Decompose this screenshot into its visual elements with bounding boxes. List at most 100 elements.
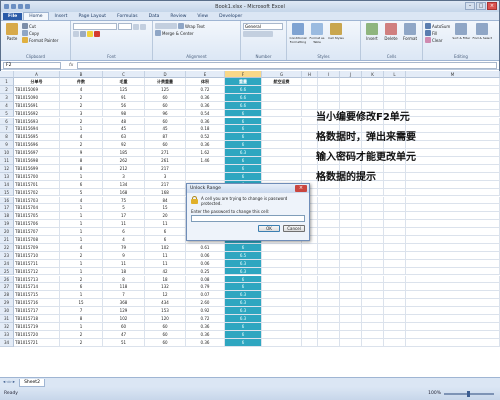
table-cell[interactable]: TB1015702 bbox=[14, 188, 60, 197]
table-cell[interactable]: 51 bbox=[103, 338, 145, 347]
table-cell[interactable] bbox=[318, 212, 340, 221]
table-cell[interactable] bbox=[262, 307, 302, 315]
table-cell[interactable]: 5 bbox=[60, 188, 103, 197]
conditional-formatting-button[interactable]: Conditional Formatting bbox=[289, 23, 307, 49]
table-cell[interactable] bbox=[340, 330, 362, 339]
row-header[interactable]: 20 bbox=[0, 228, 14, 236]
table-cell[interactable]: 60 bbox=[145, 338, 186, 347]
table-cell[interactable]: 1.46 bbox=[186, 157, 225, 165]
bold-button[interactable] bbox=[133, 23, 139, 30]
table-cell[interactable]: 60 bbox=[145, 101, 186, 110]
row-header[interactable]: 32 bbox=[0, 322, 14, 331]
fill-button[interactable]: Fill bbox=[425, 30, 450, 36]
table-cell[interactable]: 2 bbox=[60, 251, 103, 260]
table-cell[interactable]: 6 bbox=[225, 164, 262, 173]
row-header[interactable]: 11 bbox=[0, 157, 14, 165]
font-size-select[interactable] bbox=[118, 23, 132, 30]
table-cell[interactable] bbox=[318, 188, 340, 197]
table-cell[interactable] bbox=[406, 196, 500, 205]
table-cell[interactable] bbox=[262, 109, 302, 118]
table-cell[interactable] bbox=[384, 204, 406, 213]
table-cell[interactable]: 0.06 bbox=[186, 251, 225, 260]
table-cell[interactable] bbox=[318, 228, 340, 236]
table-cell[interactable] bbox=[362, 322, 384, 331]
table-cell[interactable]: TB1015699 bbox=[14, 164, 60, 173]
table-cell[interactable]: 8 bbox=[103, 275, 145, 284]
cell-styles-button[interactable]: Cell Styles bbox=[327, 23, 345, 49]
table-cell[interactable] bbox=[262, 157, 302, 165]
table-cell[interactable]: 6 bbox=[60, 180, 103, 189]
table-cell[interactable]: 1.62 bbox=[186, 149, 225, 157]
table-cell[interactable]: TB1015695 bbox=[14, 133, 60, 142]
table-cell[interactable] bbox=[262, 243, 302, 252]
table-cell[interactable]: 9 bbox=[60, 149, 103, 157]
table-cell[interactable] bbox=[406, 212, 500, 221]
table-cell[interactable] bbox=[406, 188, 500, 197]
table-cell[interactable] bbox=[318, 204, 340, 213]
table-cell[interactable] bbox=[318, 259, 340, 268]
row-header[interactable]: 21 bbox=[0, 236, 14, 244]
table-cell[interactable] bbox=[340, 267, 362, 276]
table-cell[interactable] bbox=[406, 283, 500, 292]
sheet-tab[interactable]: Sheet2 bbox=[19, 378, 45, 387]
row-header[interactable]: 17 bbox=[0, 204, 14, 213]
table-cell[interactable]: 6 bbox=[225, 125, 262, 134]
table-cell[interactable]: 96 bbox=[145, 109, 186, 118]
table-cell[interactable] bbox=[340, 220, 362, 229]
column-header-c[interactable]: C bbox=[103, 71, 145, 78]
table-cell[interactable] bbox=[362, 251, 384, 260]
table-cell[interactable]: 11 bbox=[103, 259, 145, 268]
table-cell[interactable]: 102 bbox=[103, 315, 145, 323]
column-header-d[interactable]: D bbox=[145, 71, 186, 78]
clear-button[interactable]: Clear bbox=[425, 37, 450, 43]
header-cell[interactable] bbox=[406, 78, 500, 86]
table-cell[interactable] bbox=[406, 243, 500, 252]
tab-data[interactable]: Data bbox=[144, 13, 165, 20]
autosum-button[interactable]: AutoSum bbox=[425, 23, 450, 29]
table-cell[interactable]: 6 bbox=[225, 109, 262, 118]
table-cell[interactable] bbox=[302, 299, 318, 308]
table-cell[interactable]: 6.6 bbox=[225, 101, 262, 110]
table-cell[interactable] bbox=[318, 330, 340, 339]
table-cell[interactable] bbox=[302, 275, 318, 284]
table-cell[interactable] bbox=[262, 101, 302, 110]
table-cell[interactable] bbox=[340, 243, 362, 252]
table-cell[interactable] bbox=[406, 315, 500, 323]
table-cell[interactable] bbox=[318, 196, 340, 205]
row-header[interactable]: 28 bbox=[0, 291, 14, 300]
table-cell[interactable] bbox=[384, 212, 406, 221]
table-cell[interactable] bbox=[362, 267, 384, 276]
row-header[interactable]: 33 bbox=[0, 330, 14, 339]
delete-button[interactable]: Delete bbox=[382, 23, 400, 49]
table-cell[interactable] bbox=[384, 307, 406, 315]
column-header-l[interactable]: L bbox=[384, 71, 406, 78]
format-button[interactable]: Format bbox=[401, 23, 419, 49]
header-cell[interactable] bbox=[318, 78, 340, 86]
table-cell[interactable]: 60 bbox=[103, 322, 145, 331]
table-cell[interactable]: TB1015069 bbox=[14, 85, 60, 94]
table-cell[interactable]: 0.54 bbox=[186, 109, 225, 118]
table-cell[interactable]: 168 bbox=[103, 188, 145, 197]
tab-developer[interactable]: Developer bbox=[214, 13, 247, 20]
table-cell[interactable] bbox=[262, 164, 302, 173]
table-cell[interactable]: 0.36 bbox=[186, 322, 225, 331]
table-cell[interactable]: 56 bbox=[103, 101, 145, 110]
table-cell[interactable] bbox=[362, 85, 384, 94]
table-cell[interactable]: 11 bbox=[145, 259, 186, 268]
wrap-text-button[interactable]: Wrap Text bbox=[178, 23, 205, 29]
table-cell[interactable] bbox=[362, 204, 384, 213]
table-cell[interactable] bbox=[262, 259, 302, 268]
table-cell[interactable]: 1 bbox=[60, 172, 103, 181]
table-cell[interactable] bbox=[318, 307, 340, 315]
table-cell[interactable]: 0.36 bbox=[186, 141, 225, 150]
table-cell[interactable]: 125 bbox=[145, 85, 186, 94]
row-header[interactable]: 31 bbox=[0, 315, 14, 323]
table-cell[interactable] bbox=[406, 251, 500, 260]
ok-button[interactable]: OK bbox=[258, 225, 280, 232]
table-cell[interactable]: 11 bbox=[145, 251, 186, 260]
table-cell[interactable]: TB1015712 bbox=[14, 267, 60, 276]
table-cell[interactable]: 262 bbox=[103, 157, 145, 165]
table-cell[interactable]: 6.3 bbox=[225, 307, 262, 315]
table-cell[interactable] bbox=[302, 322, 318, 331]
table-cell[interactable] bbox=[362, 291, 384, 300]
